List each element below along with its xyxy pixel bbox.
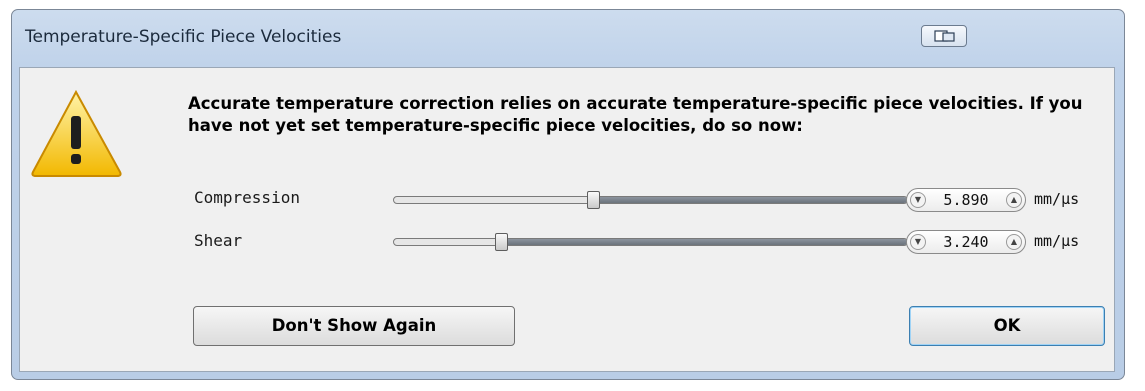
- shear-stepper[interactable]: ▼ 3.240 ▲: [906, 230, 1026, 254]
- shear-slider[interactable]: [393, 238, 908, 246]
- restore-window-icon: [934, 30, 955, 42]
- compression-decrement-button[interactable]: ▼: [910, 192, 926, 208]
- shear-increment-button[interactable]: ▲: [1006, 234, 1022, 250]
- dont-show-again-button[interactable]: Don't Show Again: [193, 306, 515, 346]
- compression-label: Compression: [194, 188, 300, 207]
- shear-label: Shear: [194, 231, 243, 250]
- ok-button[interactable]: OK: [909, 306, 1105, 346]
- compression-slider-fill: [594, 197, 907, 203]
- compression-unit: mm/µs: [1034, 190, 1080, 208]
- compression-value[interactable]: 5.890: [929, 191, 1003, 209]
- compression-stepper[interactable]: ▼ 5.890 ▲: [906, 188, 1026, 212]
- shear-unit: mm/µs: [1034, 232, 1080, 250]
- compression-slider-thumb[interactable]: [587, 191, 601, 209]
- restore-window-button[interactable]: [921, 25, 967, 47]
- compression-slider[interactable]: [393, 196, 908, 204]
- window-title: Temperature-Specific Piece Velocities: [25, 27, 342, 47]
- shear-slider-thumb[interactable]: [494, 233, 508, 251]
- shear-slider-fill: [502, 239, 907, 245]
- warning-message: Accurate temperature correction relies o…: [188, 94, 1083, 135]
- shear-value[interactable]: 3.240: [929, 233, 1003, 251]
- shear-decrement-button[interactable]: ▼: [910, 234, 926, 250]
- compression-increment-button[interactable]: ▲: [1006, 192, 1022, 208]
- warning-icon: [31, 89, 122, 177]
